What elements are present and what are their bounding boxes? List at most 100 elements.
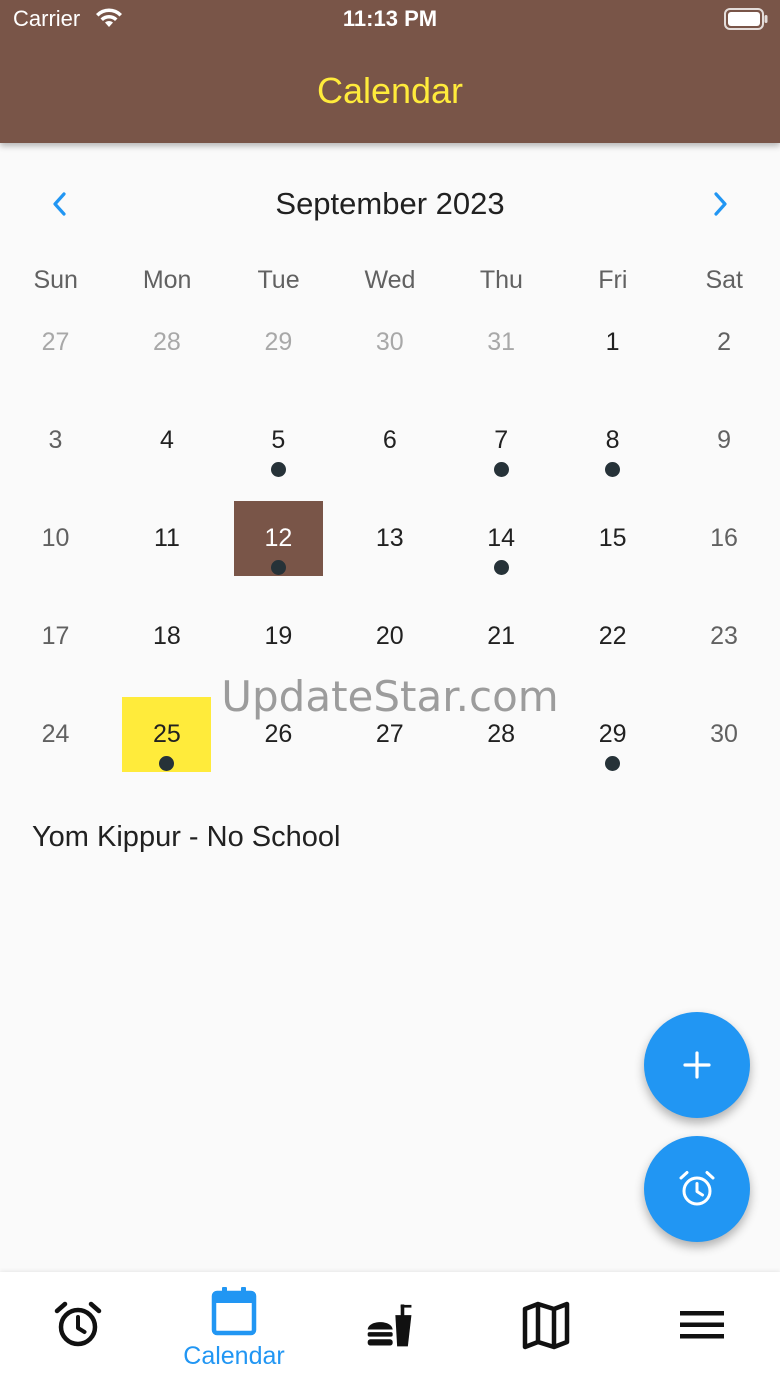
nav-item-food[interactable] (312, 1272, 468, 1387)
event-marker-dot (493, 462, 509, 477)
calendar-day[interactable]: 26 (223, 686, 334, 784)
calendar-day[interactable]: 11 (111, 490, 222, 588)
add-event-button[interactable] (644, 1012, 750, 1118)
calendar-week-row: 17 18 19 20 21 22 23 (0, 588, 780, 686)
calendar-day[interactable]: 22 (557, 588, 668, 686)
day-number: 30 (710, 720, 738, 748)
day-number: 21 (487, 622, 516, 650)
event-list-item[interactable]: Yom Kippur - No School (32, 818, 340, 856)
calendar-day-selected[interactable]: 12 (223, 490, 334, 588)
day-number: 26 (264, 720, 293, 748)
calendar-day[interactable]: 4 (111, 392, 222, 490)
day-number: 18 (153, 622, 181, 650)
calendar-day[interactable]: 3 (0, 392, 111, 490)
weekday-label: Mon (142, 266, 192, 294)
calendar-day[interactable]: 10 (0, 490, 111, 588)
calendar-day[interactable]: 1 (557, 294, 668, 392)
calendar-day[interactable]: 30 (334, 294, 445, 392)
nav-item-alarms[interactable] (0, 1272, 156, 1387)
nav-item-calendar[interactable]: Calendar (156, 1272, 312, 1387)
calendar-day[interactable]: 19 (223, 588, 334, 686)
day-number: 22 (598, 622, 627, 650)
calendar-day[interactable]: 13 (334, 490, 445, 588)
calendar-day[interactable]: 8 (557, 392, 668, 490)
calendar-day[interactable]: 6 (334, 392, 445, 490)
calendar-week-row: 27 28 29 30 31 1 2 (0, 294, 780, 392)
calendar-day-today[interactable]: 25 (111, 686, 222, 784)
calendar-day[interactable]: 9 (669, 392, 780, 490)
battery-icon (724, 8, 768, 30)
calendar-day[interactable]: 14 (446, 490, 557, 588)
calendar-day[interactable]: 30 (669, 686, 780, 784)
weekday-label: Thu (479, 266, 523, 294)
calendar-day[interactable]: 5 (223, 392, 334, 490)
alarm-icon (679, 1171, 715, 1206)
event-marker-dot (493, 560, 509, 575)
nav-item-menu[interactable] (624, 1272, 780, 1387)
calendar-week-row: 24 25 26 27 28 29 30 (0, 686, 780, 784)
calendar-grid: 27 28 29 30 31 1 2 3 4 5 6 7 8 9 10 11 12 13 14 15 16 17 18 19 2… (0, 294, 780, 784)
calendar-day[interactable]: 18 (111, 588, 222, 686)
weekday-header: Sun Mon Tue Wed Thu Fri Sat (0, 262, 780, 298)
calendar-day[interactable]: 23 (669, 588, 780, 686)
calendar-day[interactable]: 27 (0, 294, 111, 392)
weekday-label: Tue (257, 266, 300, 294)
day-number: 13 (375, 524, 404, 552)
alarm-clock-icon (54, 1301, 102, 1347)
day-number: 28 (487, 720, 516, 748)
weekday-label: Sat (705, 266, 743, 294)
nav-item-map[interactable] (468, 1272, 624, 1387)
calendar-week-row: 10 11 12 13 14 15 16 (0, 490, 780, 588)
day-number: 6 (382, 426, 397, 454)
day-number: 10 (41, 524, 70, 552)
day-number: 11 (153, 524, 180, 552)
calendar-day[interactable]: 17 (0, 588, 111, 686)
nav-label-calendar: Calendar (183, 1342, 285, 1370)
calendar-day[interactable]: 15 (557, 490, 668, 588)
calendar-day[interactable]: 16 (669, 490, 780, 588)
weekday-label: Fri (598, 266, 628, 294)
day-number: 19 (264, 622, 293, 650)
month-title: September 2023 (275, 186, 505, 221)
calendar-week-row: 3 4 5 6 78 9 (0, 392, 780, 490)
plus-icon (683, 1051, 711, 1079)
calendar-day[interactable]: 2 (669, 294, 780, 392)
day-number: 30 (375, 328, 404, 356)
weekday-label: Sun (33, 266, 78, 294)
month-header: September 2023 (0, 178, 780, 230)
reminder-button[interactable] (644, 1136, 750, 1242)
day-number: 27 (375, 720, 404, 748)
calendar-day[interactable]: 29 (557, 686, 668, 784)
event-marker-dot (270, 462, 286, 477)
calendar-day[interactable]: 31 (446, 294, 557, 392)
status-time: 11:13 PM (342, 6, 438, 31)
menu-icon (680, 1311, 724, 1339)
calendar-day[interactable]: 21 (446, 588, 557, 686)
day-number: 31 (487, 328, 516, 356)
day-number: 23 (710, 622, 738, 650)
calendar-day[interactable]: 24 (0, 686, 111, 784)
status-bar: Carrier 11:13 PM (0, 0, 780, 40)
calendar-day[interactable]: 27 (334, 686, 445, 784)
chevron-right-icon (714, 192, 727, 216)
day-number: 20 (375, 622, 404, 650)
day-number: 28 (153, 328, 181, 356)
day-number: 1 (605, 328, 620, 356)
calendar-day[interactable]: 7 (446, 392, 557, 490)
day-number: 17 (41, 622, 70, 650)
fastfood-icon (367, 1304, 412, 1347)
app-bar: Carrier 11:13 PM Calendar (0, 0, 780, 143)
calendar-day[interactable]: 28 (111, 294, 222, 392)
day-number: 9 (717, 426, 731, 454)
day-number: 2 (717, 328, 731, 356)
page-title: Calendar (316, 70, 464, 111)
calendar-day[interactable]: 20 (334, 588, 445, 686)
calendar-day[interactable]: 29 (223, 294, 334, 392)
map-icon (522, 1301, 570, 1350)
bottom-navigation: Calendar (0, 1272, 780, 1387)
calendar-icon (211, 1287, 257, 1336)
day-number: 24 (41, 720, 70, 748)
next-month-button[interactable] (702, 186, 738, 222)
calendar-day[interactable]: 28 (446, 686, 557, 784)
day-number: 27 (41, 328, 70, 356)
